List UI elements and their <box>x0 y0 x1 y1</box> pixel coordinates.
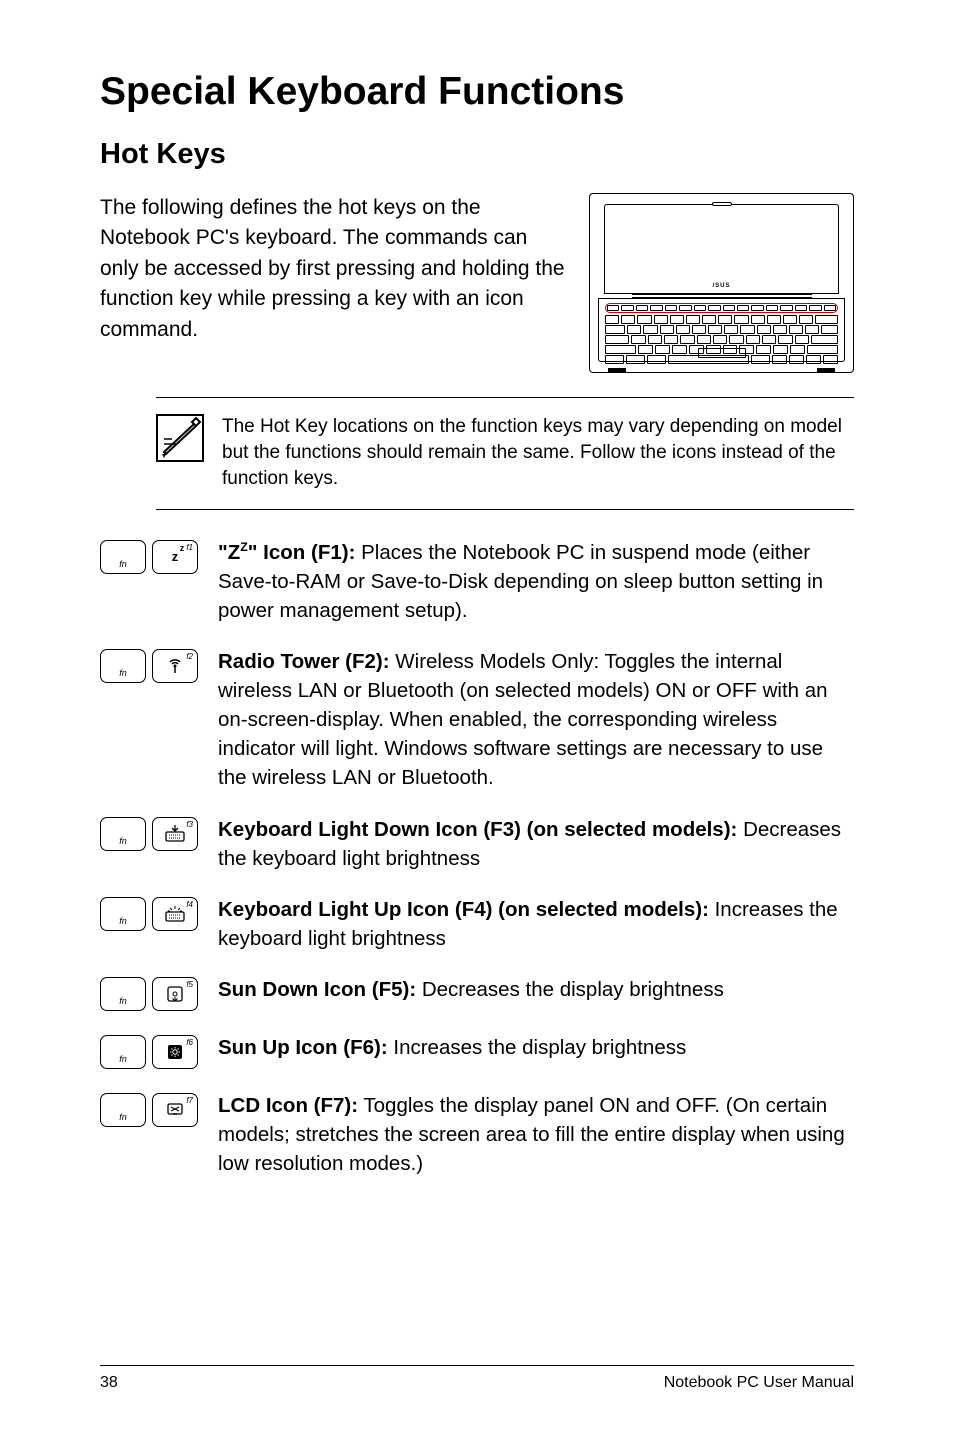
key-pair: fnf4 <box>100 895 208 931</box>
fn-key-icon: fn <box>100 817 146 851</box>
fn-key-icon: fn <box>100 897 146 931</box>
function-key-icon: f6 <box>152 1035 198 1069</box>
page-number: 38 <box>100 1374 118 1392</box>
section-heading: Hot Keys <box>100 138 854 171</box>
key-pair: fnf1zz <box>100 538 208 574</box>
key-pair: fnf3 <box>100 815 208 851</box>
key-pair: fnf2 <box>100 647 208 683</box>
hotkey-item: fnf5 Sun Down Icon (F5): Decreases the di… <box>100 975 854 1011</box>
footer-right: Notebook PC User Manual <box>664 1374 854 1392</box>
key-pair: fnf6 <box>100 1033 208 1069</box>
function-key-icon: f4 <box>152 897 198 931</box>
function-row-highlight <box>605 303 838 313</box>
fn-key-icon: fn <box>100 1035 146 1069</box>
hotkey-item: fnf7 LCD Icon (F7): Toggles the display p… <box>100 1091 854 1178</box>
hotkey-description: Keyboard Light Up Icon (F4) (on selected… <box>218 895 854 953</box>
hotkey-description: Radio Tower (F2): Wireless Models Only: … <box>218 647 854 793</box>
hotkey-item: fnf3 Keyboard Light Down Icon (F3) (on se… <box>100 815 854 873</box>
note-icon <box>156 414 204 462</box>
note-text: The Hot Key locations on the function ke… <box>222 414 854 493</box>
hotkey-item: fnf1zz "ZZ" Icon (F1): Places the Noteboo… <box>100 538 854 625</box>
hotkey-description: "ZZ" Icon (F1): Places the Notebook PC i… <box>218 538 854 625</box>
hotkey-item: fnf6 Sun Up Icon (F6): Increases the disp… <box>100 1033 854 1069</box>
note-block: The Hot Key locations on the function ke… <box>156 397 854 510</box>
function-key-icon: f3 <box>152 817 198 851</box>
laptop-illustration: /SUS <box>589 193 854 373</box>
hotkey-list: fnf1zz"ZZ" Icon (F1): Places the Noteboo… <box>100 538 854 1179</box>
hotkey-description: Keyboard Light Down Icon (F3) (on select… <box>218 815 854 873</box>
fn-key-icon: fn <box>100 977 146 1011</box>
fn-key-icon: fn <box>100 1093 146 1127</box>
fn-key-icon: fn <box>100 649 146 683</box>
intro-paragraph: The following defines the hot keys on th… <box>100 193 565 373</box>
function-key-icon: f2 <box>152 649 198 683</box>
page-footer: 38 Notebook PC User Manual <box>100 1365 854 1392</box>
key-pair: fnf5 <box>100 975 208 1011</box>
hotkey-description: Sun Down Icon (F5): Decreases the displa… <box>218 975 724 1004</box>
fn-key-icon: fn <box>100 540 146 574</box>
hotkey-description: LCD Icon (F7): Toggles the display panel… <box>218 1091 854 1178</box>
function-key-icon: f1zz <box>152 540 198 574</box>
key-pair: fnf7 <box>100 1091 208 1127</box>
function-key-icon: f7 <box>152 1093 198 1127</box>
hotkey-item: fnf2 Radio Tower (F2): Wireless Models On… <box>100 647 854 793</box>
intro-row: The following defines the hot keys on th… <box>100 193 854 373</box>
function-key-icon: f5 <box>152 977 198 1011</box>
hotkey-description: Sun Up Icon (F6): Increases the display … <box>218 1033 686 1062</box>
page-title: Special Keyboard Functions <box>100 70 854 114</box>
hotkey-item: fnf4 Keyboard Light Up Icon (F4) (on sele… <box>100 895 854 953</box>
